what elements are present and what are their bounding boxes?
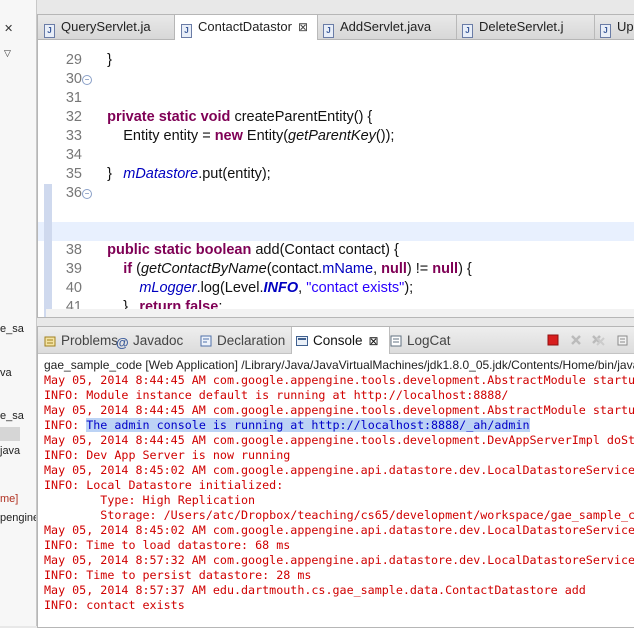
occurrence-marker — [44, 222, 52, 241]
code-line: 33 — [65, 128, 82, 144]
clear-console-icon[interactable] — [616, 333, 630, 347]
console-line-selected: INFO: The admin console is running at ht… — [44, 418, 530, 432]
code-line: 41 } — [38, 260, 634, 315]
declaration-icon — [200, 329, 212, 347]
console-line: May 05, 2014 8:57:37 AM edu.dartmouth.cs… — [44, 583, 586, 597]
occurrence-marker — [44, 184, 52, 203]
console-tab-bar: Problems @ Javadoc Declaration Console ⊠ L… — [38, 327, 634, 354]
explorer-item[interactable]: me] — [0, 493, 18, 505]
explorer-selection — [0, 427, 20, 441]
console-line: May 05, 2014 8:44:45 AM com.google.appen… — [44, 403, 634, 417]
code-line: 40 return false; — [38, 241, 634, 315]
text-selection: The admin console is running at http://l… — [86, 418, 530, 432]
code-line: 38 if (getContactByName(contact.mName, n… — [38, 203, 634, 277]
tab-logcat[interactable]: LogCat — [390, 327, 451, 353]
javadoc-icon: @ — [116, 335, 129, 350]
tab-console[interactable]: Console ⊠ — [291, 327, 390, 354]
occurrence-marker — [44, 203, 52, 222]
console-line: INFO: Time to persist datastore: 28 ms — [44, 568, 312, 582]
code-line: 32 Entity entity = new Entity(getParentK… — [65, 109, 395, 144]
occurrence-marker — [44, 260, 52, 279]
code-area[interactable]: 29 } 30 31− private static void createPa… — [38, 40, 634, 317]
package-explorer: ✕ ▽ e_sa va e_sa java me] pengine — [0, 0, 37, 626]
console-line: INFO: Local Datastore initialized: — [44, 478, 284, 492]
tab-declaration[interactable]: Declaration — [200, 327, 285, 353]
console-line: May 05, 2014 8:45:02 AM com.google.appen… — [44, 463, 634, 477]
tab-problems[interactable]: Problems — [44, 327, 118, 353]
problems-icon — [44, 329, 56, 347]
launch-info: gae_sample_code [Web Application] /Libra… — [44, 358, 634, 372]
console-line: INFO: Module instance default is running… — [44, 388, 509, 402]
explorer-item[interactable]: e_sa — [0, 323, 24, 335]
horizontal-scrollbar[interactable] — [46, 309, 634, 317]
code-line: 42 — [38, 279, 634, 298]
console-line: May 05, 2014 8:57:32 AM com.google.appen… — [44, 553, 634, 567]
console-line: INFO: Dev App Server is now running — [44, 448, 291, 462]
explorer-item[interactable]: e_sa — [0, 410, 24, 422]
code-line: 37− public static boolean add(Contact co… — [38, 184, 634, 258]
terminate-icon[interactable] — [546, 333, 560, 347]
close-icon[interactable]: ✕ — [4, 22, 13, 35]
explorer-item[interactable]: va — [0, 367, 12, 379]
close-tab-icon[interactable]: ⊠ — [369, 334, 379, 348]
tab-javadoc[interactable]: @ Javadoc — [116, 327, 183, 353]
remove-launch-icon[interactable] — [569, 333, 583, 347]
console-line: INFO: contact exists — [44, 598, 185, 612]
code-line: 30 — [65, 71, 82, 87]
logcat-icon — [390, 329, 402, 347]
console-line: May 05, 2014 8:45:02 AM com.google.appen… — [44, 523, 634, 537]
code-line: 35 } — [65, 166, 112, 182]
console-line: May 05, 2014 8:44:45 AM com.google.appen… — [44, 373, 634, 387]
explorer-item[interactable]: pengine — [0, 512, 36, 524]
java-editor: J QueryServlet.ja J ContactDatastor ⊠ J AddS… — [37, 14, 634, 318]
console-line: Storage: /Users/atc/Dropbox/teaching/cs6… — [44, 508, 634, 522]
view-menu-icon[interactable]: ▽ — [4, 48, 11, 59]
occurrence-marker — [44, 241, 52, 260]
console-line: Type: High Replication — [44, 493, 256, 507]
code-line-current: 39 mLogger.log(Level.INFO, "contact exis… — [38, 222, 634, 296]
fold-icon[interactable]: − — [82, 75, 92, 85]
code-line: 31− private static void createParentEnti… — [65, 75, 373, 125]
explorer-item[interactable]: java — [0, 445, 20, 457]
remove-all-terminated-icon[interactable] — [591, 333, 605, 347]
code-line: 34 mDatastore.put(entity); — [65, 147, 271, 182]
console-view: Problems @ Javadoc Declaration Console ⊠ L… — [37, 326, 634, 628]
occurrence-marker — [44, 279, 52, 298]
code-line: 29 } — [65, 52, 112, 68]
console-icon — [296, 329, 308, 346]
code-line: 36 — [65, 185, 82, 201]
console-line: May 05, 2014 8:44:45 AM com.google.appen… — [44, 433, 634, 447]
fold-icon[interactable]: − — [82, 189, 92, 199]
console-line: INFO: Time to load datastore: 68 ms — [44, 538, 291, 552]
